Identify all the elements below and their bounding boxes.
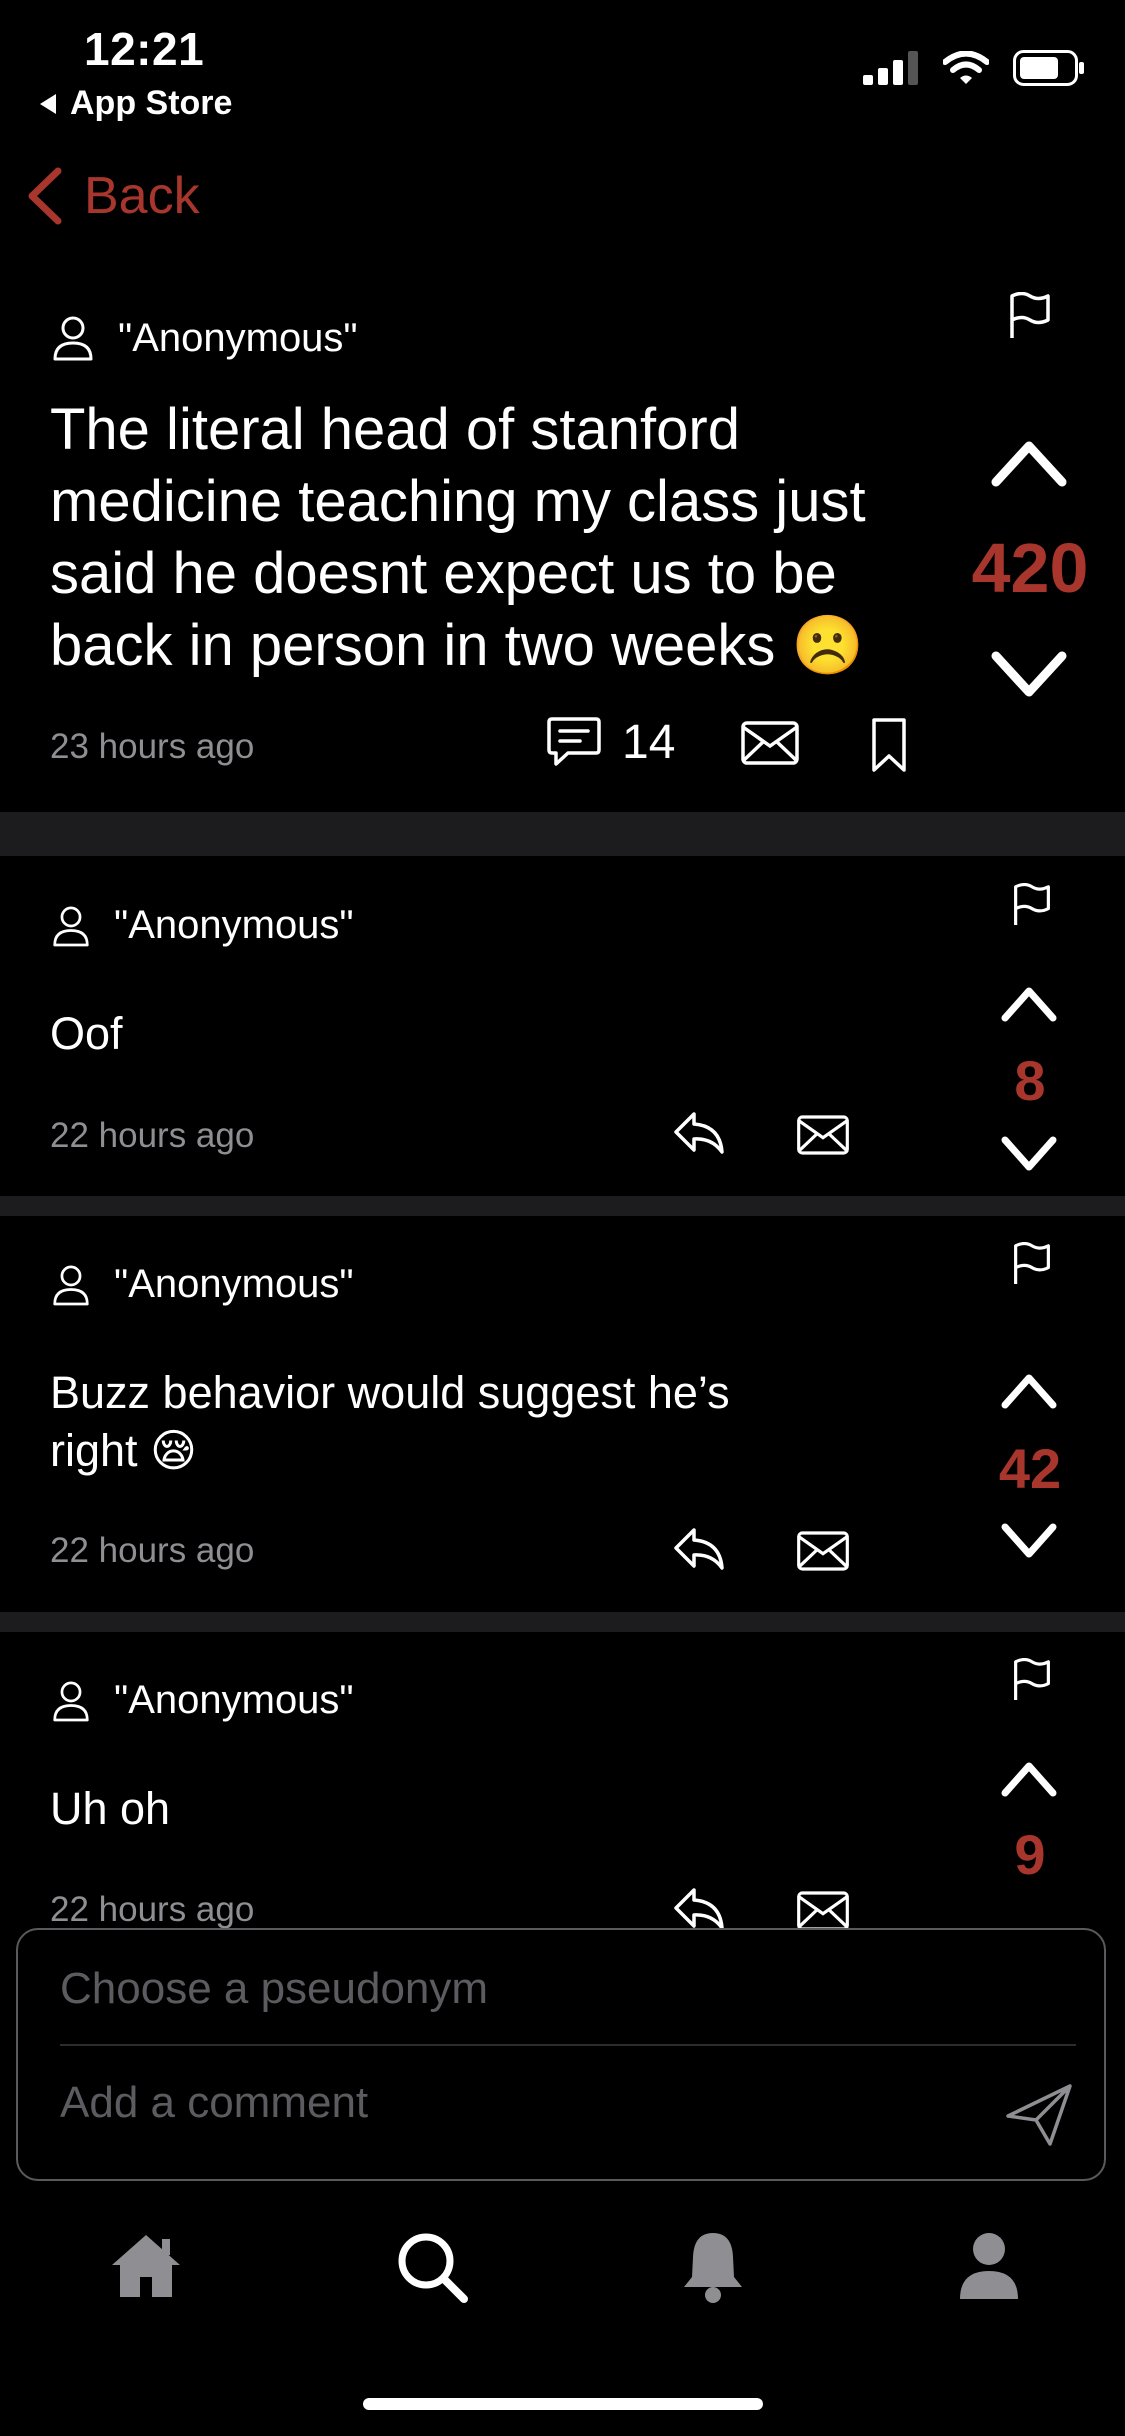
comment-emoji: 😪 — [150, 1425, 197, 1476]
comment-flag-icon[interactable] — [1012, 1658, 1052, 1702]
tab-profile[interactable] — [958, 2231, 1020, 2301]
back-label: Back — [84, 167, 200, 225]
comment-timestamp: 22 hours ago — [50, 1116, 255, 1155]
comment-timestamp: 22 hours ago — [50, 1890, 255, 1929]
comment-author-name: "Anonymous" — [114, 1678, 354, 1722]
chevron-left-icon — [26, 167, 62, 225]
comment-downvote-icon[interactable] — [1000, 1522, 1058, 1560]
person-icon — [958, 2231, 1020, 2301]
comment-icon — [546, 714, 602, 770]
post-timestamp: 23 hours ago — [50, 727, 255, 766]
comment-separator — [0, 1612, 1125, 1632]
comment-author-name: "Anonymous" — [114, 903, 354, 947]
reply-icon[interactable] — [672, 1110, 726, 1156]
comment-text: Uh oh — [50, 1783, 171, 1834]
comment-message-icon[interactable] — [796, 1890, 850, 1932]
back-triangle-icon — [38, 93, 58, 115]
comment-text: Oof — [50, 1008, 123, 1059]
comment-author[interactable]: "Anonymous" — [52, 1678, 354, 1723]
reply-icon[interactable] — [672, 1526, 726, 1572]
comment-input[interactable]: Add a comment — [60, 2078, 368, 2128]
comment-vote-count: 8 — [1014, 1049, 1046, 1112]
post-text: The literal head of stanford medicine te… — [50, 397, 866, 678]
tab-search[interactable] — [396, 2231, 470, 2305]
comment-vote-count: 42 — [998, 1437, 1062, 1500]
search-icon — [396, 2231, 470, 2305]
comment-upvote-icon[interactable] — [1000, 1372, 1058, 1410]
comment-composer: Choose a pseudonym Add a comment — [16, 1928, 1106, 2181]
battery-icon — [1013, 50, 1085, 86]
post-downvote-icon[interactable] — [990, 650, 1068, 700]
status-indicators — [863, 50, 1085, 86]
post-author[interactable]: "Anonymous" — [52, 315, 358, 361]
comment-author[interactable]: "Anonymous" — [52, 1262, 354, 1307]
tab-notifications[interactable] — [680, 2229, 746, 2305]
comment-flag-icon[interactable] — [1012, 1242, 1052, 1286]
back-to-app-store[interactable]: App Store — [38, 84, 232, 123]
post-message-icon[interactable] — [740, 720, 800, 766]
person-outline-icon — [52, 1264, 90, 1306]
person-outline-icon — [52, 1680, 90, 1722]
person-outline-icon — [52, 315, 94, 361]
comment-timestamp: 22 hours ago — [50, 1531, 255, 1570]
post-author-name: "Anonymous" — [118, 315, 358, 360]
person-outline-icon — [52, 905, 90, 947]
post-body: The literal head of stanford medicine te… — [50, 394, 920, 682]
comment-author-name: "Anonymous" — [114, 1262, 354, 1306]
comment-author[interactable]: "Anonymous" — [52, 903, 354, 948]
back-button[interactable]: Back — [26, 166, 200, 226]
pseudonym-input[interactable]: Choose a pseudonym — [60, 1964, 488, 2014]
reply-icon[interactable] — [672, 1886, 726, 1932]
send-icon[interactable] — [1004, 2082, 1074, 2148]
comment-message-icon[interactable] — [796, 1114, 850, 1156]
status-time: 12:21 — [84, 23, 205, 75]
post-vote-count: 420 — [971, 529, 1089, 607]
comment-separator — [0, 1196, 1125, 1216]
comment-upvote-icon[interactable] — [1000, 1760, 1058, 1798]
bell-icon — [680, 2229, 746, 2305]
signal-icon — [863, 51, 919, 85]
comment-downvote-icon[interactable] — [1000, 1135, 1058, 1173]
comment-body: Buzz behavior would suggest he’s right 😪 — [50, 1364, 770, 1480]
tab-home[interactable] — [108, 2231, 184, 2301]
post-separator — [0, 812, 1125, 856]
post-comments-button[interactable]: 14 — [546, 714, 675, 770]
comment-body: Uh oh — [50, 1780, 810, 1838]
post-bookmark-icon[interactable] — [870, 716, 908, 774]
post-emoji: ☹️ — [791, 613, 864, 678]
post-flag-icon[interactable] — [1008, 292, 1052, 340]
post-comment-count: 14 — [622, 715, 676, 769]
comment-body: Oof — [50, 1005, 810, 1063]
composer-divider — [60, 2044, 1076, 2046]
back-app-label: App Store — [70, 84, 233, 122]
comment-message-icon[interactable] — [796, 1530, 850, 1572]
home-indicator — [363, 2398, 763, 2410]
post-upvote-icon[interactable] — [990, 438, 1068, 488]
comment-upvote-icon[interactable] — [1000, 985, 1058, 1023]
wifi-icon — [943, 51, 989, 85]
home-icon — [108, 2231, 184, 2301]
comment-flag-icon[interactable] — [1012, 883, 1052, 927]
comment-vote-count: 9 — [1014, 1823, 1046, 1886]
